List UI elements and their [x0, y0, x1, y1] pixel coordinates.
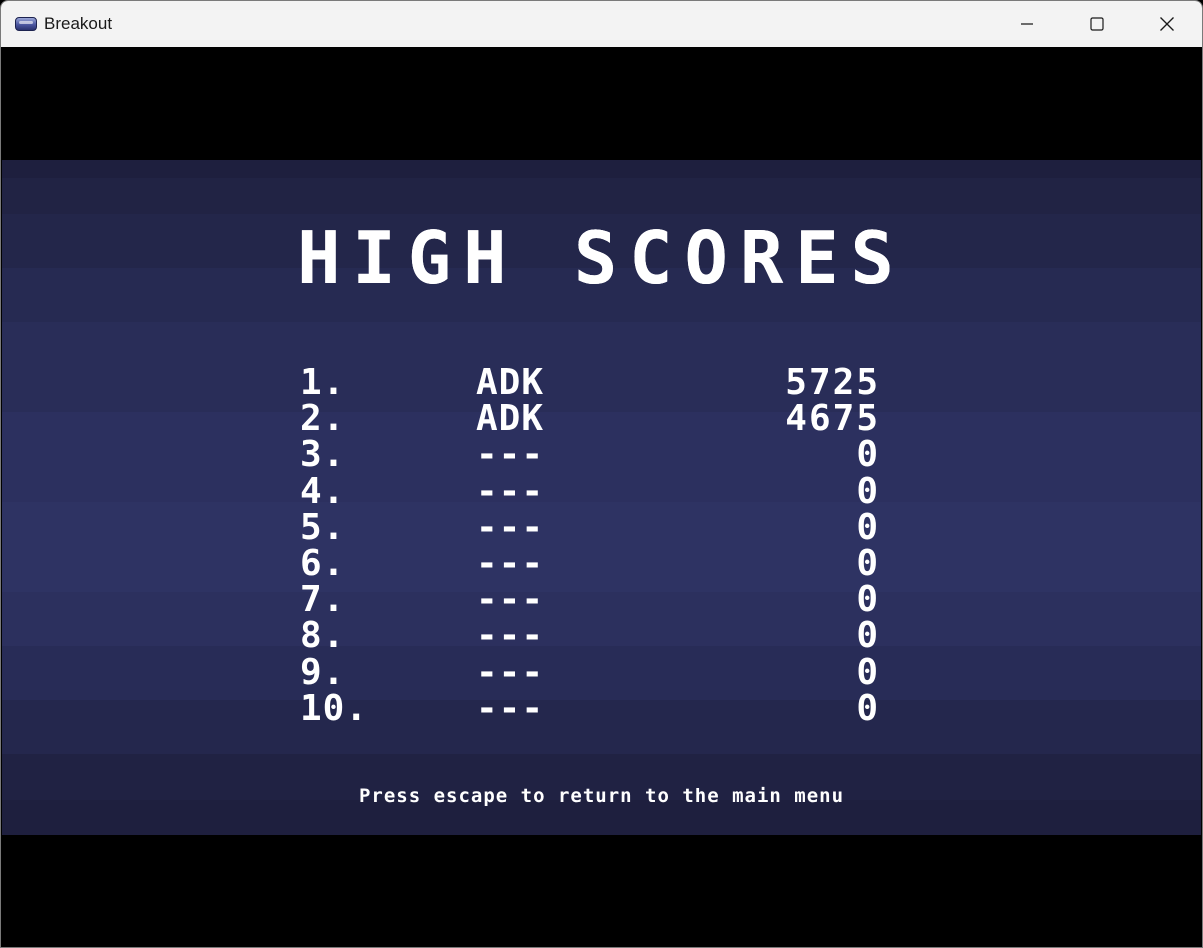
score-name: --- — [475, 579, 544, 621]
score-row: 5. --- 0 — [300, 506, 880, 548]
score-name: --- — [475, 506, 544, 548]
score-name: --- — [475, 615, 544, 657]
score-row: 2. ADK 4675 — [300, 401, 880, 437]
minimize-icon — [1021, 23, 1033, 25]
window-controls — [992, 1, 1202, 47]
maximize-icon — [1090, 17, 1104, 31]
score-value: 0 — [856, 506, 880, 548]
score-row: 7. --- 0 — [300, 582, 880, 618]
score-rank: 1. — [300, 362, 346, 403]
title-bar[interactable]: Breakout — [1, 1, 1202, 47]
score-value: 0 — [856, 579, 880, 621]
score-value: 0 — [856, 470, 880, 512]
score-row: 6. --- 0 — [300, 542, 880, 584]
score-row: 3. --- 0 — [300, 437, 880, 473]
score-rank: 4. — [300, 470, 346, 512]
high-scores-table: 1. ADK 5725 2. ADK 4675 3. --- 0 4. --- — [300, 365, 880, 727]
score-value: 0 — [856, 542, 880, 584]
return-hint: Press escape to return to the main menu — [358, 785, 845, 807]
page-title: HIGH SCORES — [297, 216, 906, 300]
game-canvas[interactable]: HIGH SCORES 1. ADK 5725 2. ADK 4675 3. -… — [1, 47, 1202, 947]
score-value: 5725 — [785, 362, 880, 403]
score-name: --- — [475, 542, 544, 584]
score-row: 8. --- 0 — [300, 618, 880, 654]
score-rank: 8. — [300, 615, 346, 657]
score-rank: 5. — [300, 506, 346, 548]
score-row: 1. ADK 5725 — [300, 365, 880, 401]
score-rank: 10. — [300, 687, 369, 729]
score-name: ADK — [475, 362, 544, 403]
score-row: 9. --- 0 — [300, 651, 880, 693]
score-value: 0 — [856, 434, 880, 476]
score-name: --- — [475, 687, 544, 729]
window-title: Breakout — [44, 14, 113, 33]
close-icon — [1160, 17, 1174, 31]
maximize-button[interactable] — [1062, 1, 1132, 47]
score-rank: 2. — [300, 398, 346, 440]
game-window: Breakout HIGH SCORES 1. ADK 5725 2. ADK … — [0, 0, 1203, 948]
score-rank: 3. — [300, 434, 346, 476]
score-rank: 6. — [300, 542, 346, 584]
score-name: --- — [475, 434, 544, 476]
score-name: ADK — [475, 398, 544, 440]
score-name: --- — [475, 651, 544, 693]
score-value: 0 — [856, 615, 880, 657]
close-button[interactable] — [1132, 1, 1202, 47]
score-row: 10. --- 0 — [300, 687, 880, 729]
breakout-icon — [15, 17, 37, 31]
score-row: 4. --- 0 — [300, 470, 880, 512]
score-rank: 7. — [300, 579, 346, 621]
minimize-button[interactable] — [992, 1, 1062, 47]
score-value: 0 — [856, 687, 880, 729]
score-rank: 9. — [300, 651, 346, 693]
score-value: 0 — [856, 651, 880, 693]
score-name: --- — [475, 470, 544, 512]
score-value: 4675 — [785, 398, 880, 440]
high-scores-panel: HIGH SCORES 1. ADK 5725 2. ADK 4675 3. -… — [2, 160, 1201, 835]
